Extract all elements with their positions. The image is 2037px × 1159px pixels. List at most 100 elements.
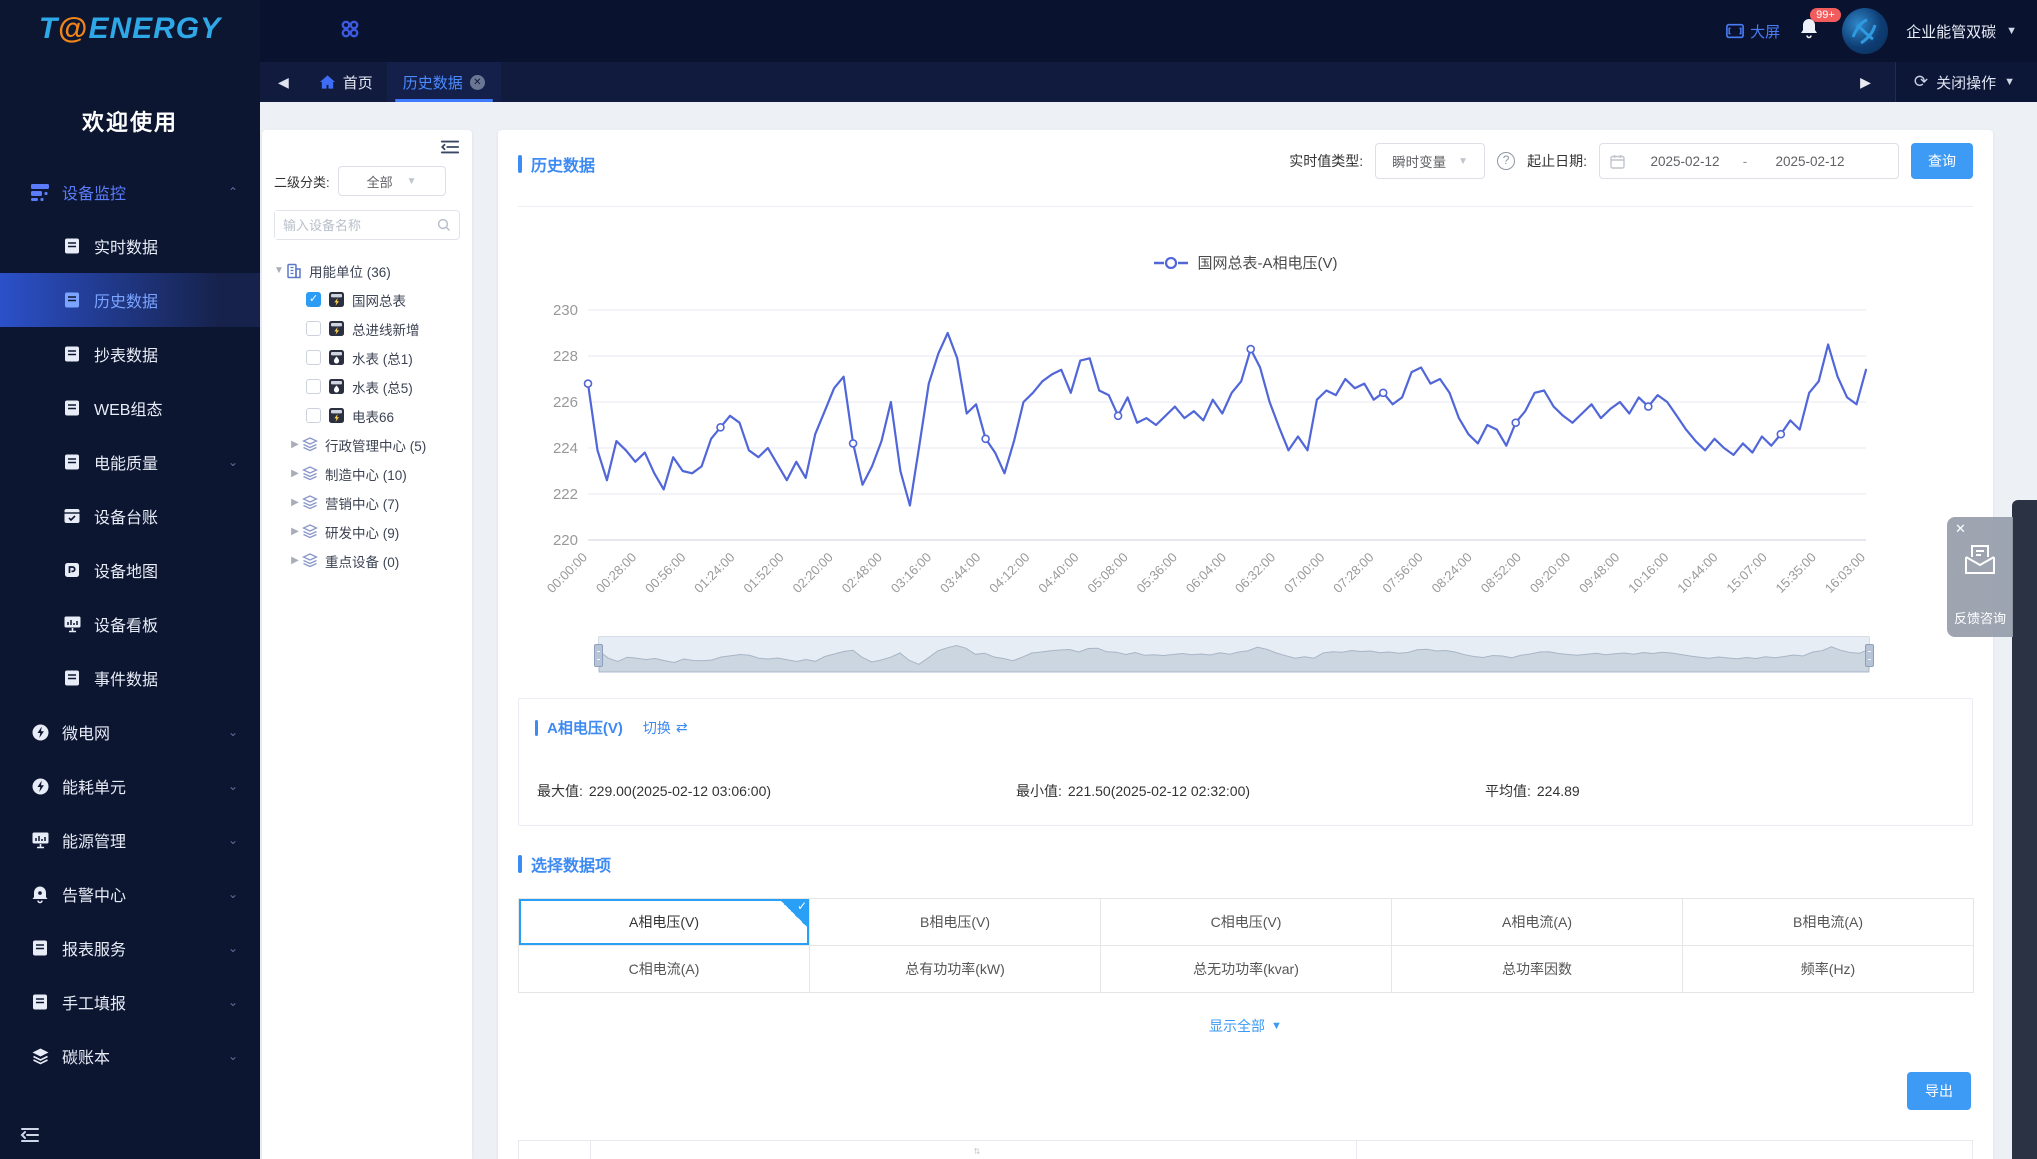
switch-metric-button[interactable]: 切换 ⇄ — [643, 718, 688, 738]
device-checkbox[interactable] — [306, 321, 321, 336]
chart-legend[interactable]: 国网总表-A相电压(V) — [498, 252, 1993, 273]
sidebar-item-报表服务[interactable]: 报表服务⌄ — [0, 921, 260, 975]
sidebar-item-实时数据[interactable]: 实时数据 — [0, 219, 260, 273]
sidebar-item-抄表数据[interactable]: 抄表数据 — [0, 327, 260, 381]
data-item-总有功功率(kW)[interactable]: 总有功功率(kW) — [810, 946, 1101, 993]
sort-icon[interactable]: ⇅ — [974, 1147, 981, 1156]
close-operations-menu[interactable]: ⟳ 关闭操作 ▼ — [1895, 62, 2037, 102]
data-item-A相电压(V)[interactable]: A相电压(V) — [519, 899, 810, 946]
sidebar-item-设备台账[interactable]: 设备台账 — [0, 489, 260, 543]
data-item-C相电流(A)[interactable]: C相电流(A) — [519, 946, 810, 993]
device-checkbox[interactable] — [306, 292, 321, 307]
device-checkbox[interactable] — [306, 350, 321, 365]
avatar[interactable] — [1842, 8, 1888, 54]
tree-expand-icon[interactable]: ▶ — [288, 555, 302, 566]
sidebar-item-设备地图[interactable]: 设备地图 — [0, 543, 260, 597]
sidebar-item-设备监控[interactable]: 设备监控⌃ — [0, 165, 260, 219]
data-item-总无功功率(kvar)[interactable]: 总无功功率(kvar) — [1101, 946, 1392, 993]
tree-group-行政管理中心 (5)[interactable]: ▶行政管理中心 (5) — [270, 430, 468, 459]
search-icon[interactable] — [437, 218, 451, 237]
svg-text:07:00:00: 07:00:00 — [1281, 550, 1327, 596]
show-all-button[interactable]: 显示全部 ▼ — [498, 1016, 1993, 1036]
sidebar-item-事件数据[interactable]: 事件数据 — [0, 651, 260, 705]
sidebar-collapse-toggle[interactable] — [18, 1123, 44, 1149]
device-checkbox[interactable] — [306, 379, 321, 394]
tree-group-营销中心 (7)[interactable]: ▶ 营销中心 (7) — [270, 488, 468, 517]
org-dropdown-caret-icon[interactable]: ▼ — [2006, 25, 2017, 37]
tree-group-制造中心 (10)[interactable]: ▶制造中心 (10) — [270, 459, 468, 488]
tree-root-node[interactable]: ▼用能单位 (36) — [270, 256, 468, 285]
data-item-B相电流(A)[interactable]: B相电流(A) — [1683, 899, 1974, 946]
group-label: 重点设备 (0) — [325, 551, 399, 571]
tab-close-icon[interactable]: ✕ — [470, 75, 485, 90]
sidebar-item-WEB组态[interactable]: WEB组态 — [0, 381, 260, 435]
date-range-picker[interactable]: 2025-02-12 - 2025-02-12 — [1599, 143, 1899, 179]
tree-device-水表 (总5)[interactable]: 水表 (总5) — [270, 372, 468, 401]
group-label: 营销中心 (7) — [325, 493, 399, 513]
sidebar-item-历史数据[interactable]: 历史数据 — [0, 273, 260, 327]
data-table-partial: ⇅ — [518, 1140, 1973, 1159]
data-item-A相电流(A)[interactable]: A相电流(A) — [1392, 899, 1683, 946]
notifications-button[interactable]: 99+ — [1798, 16, 1824, 46]
feedback-widget[interactable]: ✕ 反馈咨询 — [1947, 517, 2013, 637]
sidebar-item-label: 设备台账 — [94, 504, 158, 528]
tree-device-水表 (总1)[interactable]: 水表 (总1) — [270, 343, 468, 372]
tab-history-data[interactable]: 历史数据 ✕ — [387, 62, 501, 102]
tree-expand-icon[interactable]: ▶ — [288, 526, 302, 537]
sidebar-item-设备看板[interactable]: 设备看板 — [0, 597, 260, 651]
sidebar-item-微电网[interactable]: 微电网⌄ — [0, 705, 260, 759]
app-grid-icon[interactable] — [338, 17, 362, 46]
date-separator: - — [1735, 154, 1755, 169]
tree-expand-icon[interactable]: ▶ — [288, 439, 302, 450]
sidebar-item-label: 手工填报 — [62, 990, 126, 1014]
export-button[interactable]: 导出 — [1907, 1072, 1971, 1110]
category-select[interactable]: 全部 ▼ — [338, 166, 446, 196]
date-start-value[interactable]: 2025-02-12 — [1635, 154, 1735, 169]
refresh-icon[interactable]: ⟳ — [1914, 72, 1928, 92]
data-item-B相电压(V)[interactable]: B相电压(V) — [810, 899, 1101, 946]
datazoom-right-handle[interactable] — [1865, 644, 1874, 667]
tab-home[interactable]: 首页 — [305, 62, 387, 102]
tree-device-总进线新增[interactable]: 总进线新增 — [270, 314, 468, 343]
data-item-C相电压(V)[interactable]: C相电压(V) — [1101, 899, 1392, 946]
svg-text:02:20:00: 02:20:00 — [789, 550, 835, 596]
sidebar-item-label: 历史数据 — [94, 288, 158, 312]
panel-collapse-icon[interactable] — [440, 138, 460, 161]
tree-group-研发中心 (9)[interactable]: ▶研发中心 (9) — [270, 517, 468, 546]
chevron-down-icon: ▼ — [407, 176, 417, 187]
sidebar-item-label: 能耗单元 — [62, 774, 126, 798]
tree-expand-icon[interactable]: ▶ — [288, 468, 302, 479]
tree-expand-icon[interactable]: ▼ — [272, 265, 286, 276]
org-name[interactable]: 企业能管双碳 — [1906, 21, 1996, 42]
tree-expand-icon[interactable]: ▶ — [288, 497, 302, 508]
home-icon — [319, 74, 336, 90]
stat-avg-value: 224.89 — [1537, 783, 1580, 799]
device-checkbox[interactable] — [306, 408, 321, 423]
tree-device-国网总表[interactable]: 国网总表 — [270, 285, 468, 314]
sidebar-item-label: 实时数据 — [94, 234, 158, 258]
sidebar-item-碳账本[interactable]: 碳账本⌄ — [0, 1029, 260, 1083]
tree-group-重点设备 (0)[interactable]: ▶ 重点设备 (0) — [270, 546, 468, 575]
big-screen-button[interactable]: 大屏 — [1726, 21, 1780, 42]
data-item-频率(Hz)[interactable]: 频率(Hz) — [1683, 946, 1974, 993]
tabs-scroll-left-icon[interactable]: ◀ — [278, 74, 289, 91]
device-search-input[interactable] — [275, 211, 425, 239]
sidebar-item-能耗单元[interactable]: 能耗单元⌄ — [0, 759, 260, 813]
date-end-value[interactable]: 2025-02-12 — [1755, 154, 1865, 169]
help-icon[interactable]: ? — [1497, 152, 1515, 170]
close-icon[interactable]: ✕ — [1955, 521, 1966, 537]
query-button[interactable]: 查询 — [1911, 143, 1973, 179]
tree-device-电表66[interactable]: 电表66 — [270, 401, 468, 430]
datazoom-left-handle[interactable] — [594, 644, 603, 667]
sidebar-item-电能质量[interactable]: 电能质量⌄ — [0, 435, 260, 489]
voltage-line-chart[interactable]: 22022222422622823000:00:0000:28:0000:56:… — [526, 280, 1906, 630]
data-item-总功率因数[interactable]: 总功率因数 — [1392, 946, 1683, 993]
sidebar-item-告警中心[interactable]: 告警中心⌄ — [0, 867, 260, 921]
chart-datazoom-slider[interactable] — [598, 636, 1870, 673]
legend-marker-icon — [1154, 257, 1188, 269]
sidebar-item-能源管理[interactable]: 能源管理⌄ — [0, 813, 260, 867]
stats-card: A相电压(V) 切换 ⇄ 最大值:229.00(2025-02-12 03:06… — [518, 698, 1973, 826]
tabs-scroll-right-icon[interactable]: ▶ — [1860, 74, 1871, 91]
realtime-type-select[interactable]: 瞬时变量 ▼ — [1375, 143, 1485, 179]
sidebar-item-手工填报[interactable]: 手工填报⌄ — [0, 975, 260, 1029]
